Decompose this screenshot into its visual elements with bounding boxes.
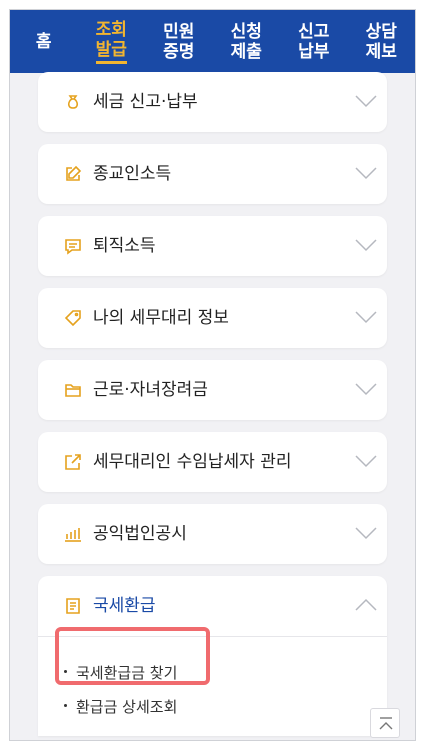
chevron-down-icon	[355, 167, 377, 180]
menu-card-agent-client-management[interactable]: 세무대리인 수임납세자 관리	[38, 432, 387, 492]
chevron-down-icon	[355, 95, 377, 108]
chevron-down-icon	[355, 383, 377, 396]
nav-tab-report-pay-label: 신고 납부	[298, 21, 330, 62]
bar-chart-icon	[65, 528, 81, 542]
scroll-to-top-button[interactable]	[370, 708, 400, 738]
chevron-down-icon	[355, 527, 377, 540]
nav-tab-home[interactable]: 홈	[10, 10, 78, 73]
external-link-icon	[65, 454, 81, 470]
nav-tab-inquiry-issuance[interactable]: 조회 발급	[78, 10, 146, 73]
nav-tab-report-pay[interactable]: 신고 납부	[280, 10, 348, 73]
menu-card-label: 세금 신고·납부	[93, 92, 198, 112]
bullet	[64, 704, 67, 707]
message-icon	[65, 239, 81, 255]
menu-card-label: 나의 세무대리 정보	[93, 308, 229, 328]
menu-card-tax-report-pay[interactable]: 세금 신고·납부	[38, 72, 387, 132]
menu-card-label: 세무대리인 수임납세자 관리	[93, 452, 292, 472]
nav-tab-civil-certificate-label: 민원 증명	[163, 21, 195, 62]
nav-tab-consult-report-label: 상담 제보	[365, 21, 397, 62]
nav-tab-consult-report[interactable]: 상담 제보	[348, 10, 416, 73]
double-chevron-up-icon	[379, 717, 393, 730]
money-bag-icon	[67, 95, 79, 109]
chevron-down-icon	[355, 455, 377, 468]
folder-icon	[65, 384, 81, 397]
nav-tab-apply-submit-label: 신청 제출	[230, 21, 262, 62]
chevron-down-icon	[355, 239, 377, 252]
nav-tab-apply-submit[interactable]: 신청 제출	[213, 10, 281, 73]
menu-card-label: 공익법인공시	[93, 524, 187, 544]
menu-card-public-corp-disclosure[interactable]: 공익법인공시	[38, 504, 387, 564]
nav-tab-home-label: 홈	[35, 31, 52, 52]
app-frame: 홈 조회 발급 민원 증명 신청 제출 신고 납부 상담 제보 세금 신고·납부…	[10, 10, 415, 740]
menu-card-religious-income[interactable]: 종교인소득	[38, 144, 387, 204]
submenu-item-label: 환급금 상세조회	[76, 698, 178, 716]
nav-tab-inquiry-issuance-label: 조회 발급	[95, 20, 127, 64]
highlight-box	[55, 627, 210, 685]
nav-tab-civil-certificate[interactable]: 민원 증명	[145, 10, 213, 73]
submenu-item-refund-detail[interactable]: 환급금 상세조회	[64, 696, 177, 717]
menu-card-retirement-income[interactable]: 퇴직소득	[38, 216, 387, 276]
top-navigation: 홈 조회 발급 민원 증명 신청 제출 신고 납부 상담 제보	[10, 10, 415, 73]
chevron-down-icon	[355, 311, 377, 324]
menu-card-label: 퇴직소득	[93, 236, 156, 256]
chevron-up-icon	[355, 598, 377, 611]
menu-card-earned-child-credit[interactable]: 근로·자녀장려금	[38, 360, 387, 420]
menu-card-my-tax-agent-info[interactable]: 나의 세무대리 정보	[38, 288, 387, 348]
receipt-icon	[66, 598, 80, 614]
edit-icon	[66, 165, 82, 181]
menu-card-label: 종교인소득	[93, 164, 172, 184]
tag-icon	[64, 310, 81, 327]
menu-card-label: 근로·자녀장려금	[93, 380, 208, 400]
